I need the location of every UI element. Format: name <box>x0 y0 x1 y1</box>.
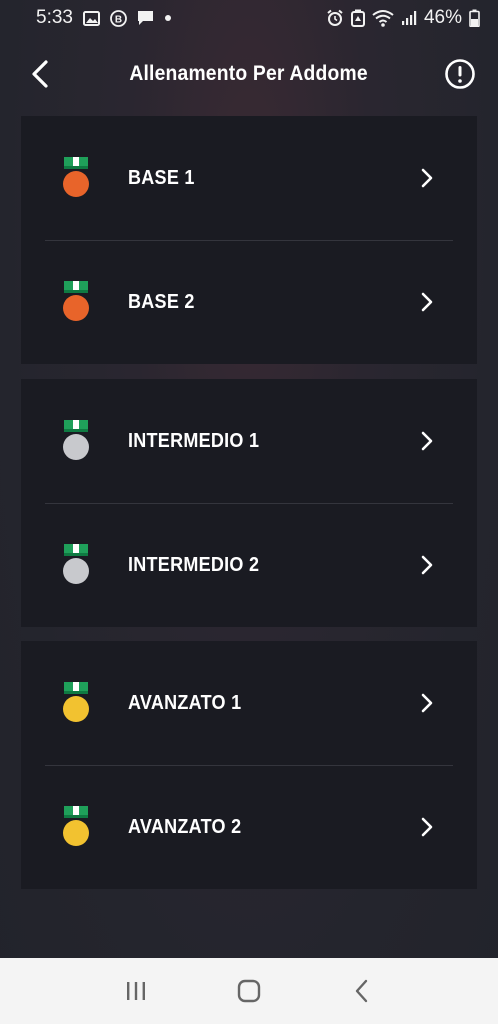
level-row-base-1[interactable]: BASE 1 <box>21 116 477 240</box>
alarm-icon <box>326 9 344 27</box>
level-row-avanzato-2[interactable]: AVANZATO 2 <box>21 765 477 889</box>
info-button[interactable] <box>444 58 476 90</box>
home-icon <box>237 979 261 1003</box>
chevron-right-icon <box>421 168 433 188</box>
dot-icon <box>164 14 172 22</box>
level-card-avanzato: AVANZATO 1 AVANZATO 2 <box>21 641 477 889</box>
wifi-icon <box>372 9 394 27</box>
level-row-base-2[interactable]: BASE 2 <box>21 240 477 364</box>
status-bar: 5:33 B 46% <box>0 0 498 36</box>
level-label: INTERMEDIO 1 <box>128 429 260 452</box>
level-card-base: BASE 1 BASE 2 <box>21 116 477 364</box>
battery-percent: 46% <box>423 7 462 28</box>
bronze-medal-icon <box>63 157 89 197</box>
clock: 5:33 <box>36 7 73 28</box>
back-button[interactable] <box>22 56 58 92</box>
level-row-intermedio-2[interactable]: INTERMEDIO 2 <box>21 503 477 627</box>
level-row-avanzato-1[interactable]: AVANZATO 1 <box>21 641 477 765</box>
recent-apps-icon <box>127 982 146 1000</box>
home-button[interactable] <box>229 971 269 1011</box>
gallery-icon <box>82 10 100 26</box>
level-label: INTERMEDIO 2 <box>128 553 260 576</box>
gold-medal-icon <box>63 806 89 846</box>
system-back-button[interactable] <box>342 971 382 1011</box>
page-title: Allenamento Per Addome <box>129 62 369 85</box>
exclamation-circle-icon <box>445 59 475 89</box>
chevron-right-icon <box>421 292 433 312</box>
app-header: Allenamento Per Addome <box>0 46 498 102</box>
back-arrow-icon <box>355 979 367 1003</box>
svg-text:B: B <box>115 14 122 25</box>
recent-apps-button[interactable] <box>116 971 156 1011</box>
chevron-right-icon <box>421 555 433 575</box>
chevron-right-icon <box>421 431 433 451</box>
silver-medal-icon <box>63 544 89 584</box>
chevron-right-icon <box>421 693 433 713</box>
level-label: BASE 2 <box>128 290 195 313</box>
level-card-intermedio: INTERMEDIO 1 INTERMEDIO 2 <box>21 379 477 627</box>
gold-medal-icon <box>63 682 89 722</box>
message-icon <box>137 10 154 26</box>
level-row-intermedio-1[interactable]: INTERMEDIO 1 <box>21 379 477 503</box>
silver-medal-icon <box>63 420 89 460</box>
level-label: AVANZATO 2 <box>128 815 242 838</box>
chevron-left-icon <box>32 60 48 88</box>
system-nav-bar <box>0 958 498 1024</box>
data-saver-icon <box>350 9 365 27</box>
bronze-medal-icon <box>63 281 89 321</box>
battery-icon <box>469 9 480 27</box>
level-label: AVANZATO 1 <box>128 691 242 714</box>
level-label: BASE 1 <box>128 166 195 189</box>
b-badge-icon: B <box>110 9 127 27</box>
chevron-right-icon <box>421 817 433 837</box>
signal-icon <box>401 10 417 26</box>
